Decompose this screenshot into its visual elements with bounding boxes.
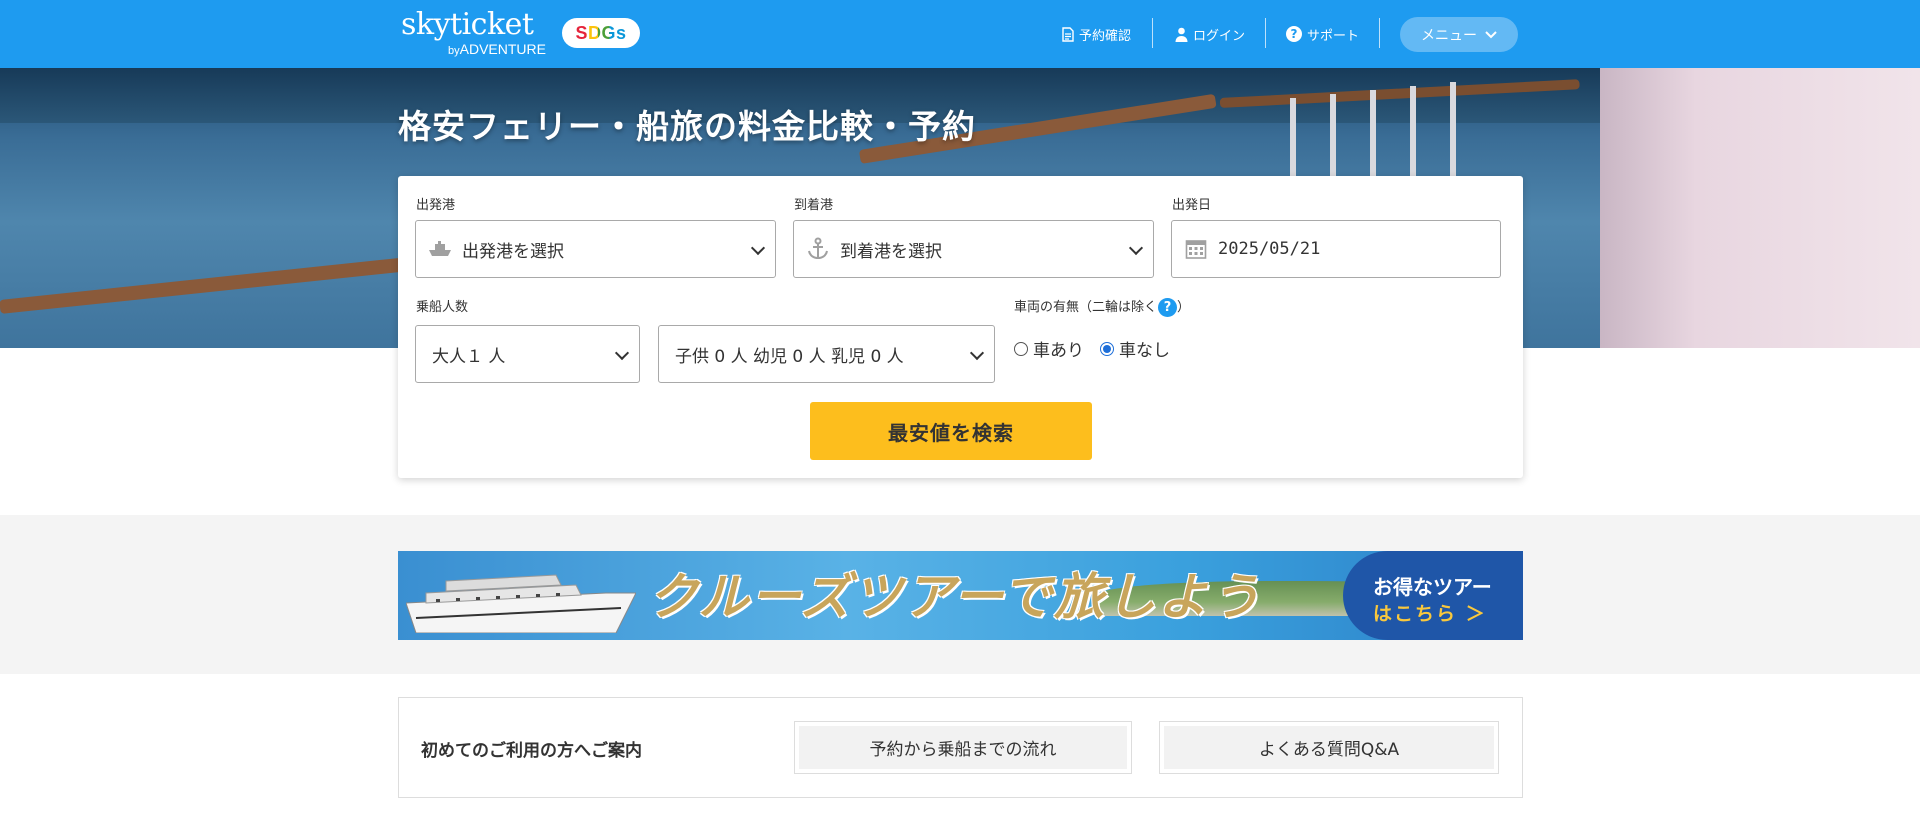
logo-sub-text: byADVENTURE [448, 41, 546, 57]
chevron-down-icon [1128, 240, 1144, 256]
menu-label: メニュー [1421, 26, 1477, 43]
passengers-label: 乗船人数 [416, 300, 469, 315]
hero-railing-decoration [0, 254, 439, 314]
help-icon[interactable]: ? [1158, 298, 1178, 317]
logo-main-text: skyticket [401, 7, 534, 42]
logo-by-text: by [448, 45, 460, 57]
nav-reservation-label: 予約確認 [1079, 28, 1132, 44]
vehicle-radio-group: 車あり 車なし [1014, 336, 1170, 361]
children-select[interactable]: 子供 0 人 幼児 0 人 乳児 0 人 [658, 325, 995, 383]
departure-date-input[interactable]: 2025/05/21 [1171, 220, 1501, 278]
faq-button[interactable]: よくある質問Q&A [1159, 721, 1499, 774]
skyticket-logo[interactable]: skyticket byADVENTURE [401, 7, 546, 58]
chevron-down-icon [969, 345, 985, 361]
nav-divider [1379, 18, 1380, 48]
cruise-banner-cta: お得なツアー はこちら ＞ [1343, 551, 1523, 640]
first-time-guide: 初めてのご利用の方へご案内 予約から乗船までの流れ よくある質問Q&A [398, 697, 1523, 798]
user-icon [1175, 27, 1188, 42]
nav-login[interactable]: ログイン [1175, 22, 1245, 46]
cruise-banner-text: クルーズツアーで旅しよう [648, 568, 1262, 626]
logo-adventure-text: ADVENTURE [459, 41, 546, 57]
sdgs-badge[interactable]: SDGs [562, 18, 640, 48]
with-car-label: 車あり [1033, 341, 1084, 361]
ferry-search-form: 出発港 出発港を選択 到着港 到着港を選択 出発日 2025/05/21 乗船人… [398, 176, 1523, 478]
arrival-port-select[interactable]: 到着港を選択 [793, 220, 1154, 278]
nav-divider [1152, 18, 1153, 48]
search-lowest-price-button[interactable]: 最安値を検索 [810, 402, 1092, 460]
radio-checked-icon [1100, 341, 1114, 356]
vehicle-label-text: 車両の有無（二輪は除く [1014, 300, 1158, 315]
booking-flow-button[interactable]: 予約から乗船までの流れ [794, 721, 1132, 774]
adults-value: 大人１ 人 [432, 346, 506, 367]
ship-icon [426, 235, 454, 263]
document-icon [1062, 26, 1074, 42]
radio-unchecked-icon [1014, 341, 1028, 356]
arrival-label: 到着港 [794, 198, 834, 213]
sdgs-text: SDGs [575, 23, 627, 43]
nav-login-label: ログイン [1193, 28, 1246, 44]
guide-title: 初めてのご利用の方へご案内 [421, 741, 642, 761]
adults-select[interactable]: 大人１ 人 [415, 325, 640, 383]
header-inner: skyticket byADVENTURE SDGs 予約確認 ログイン ? サ… [398, 0, 1524, 68]
without-car-label: 車なし [1119, 341, 1170, 361]
chevron-down-icon [1485, 30, 1497, 38]
menu-button[interactable]: メニュー [1400, 17, 1518, 52]
departure-label: 出発港 [416, 198, 456, 213]
arrival-port-value: 到着港を選択 [840, 241, 942, 262]
date-label: 出発日 [1172, 198, 1212, 213]
departure-port-value: 出発港を選択 [462, 241, 564, 262]
calendar-icon [1182, 235, 1210, 263]
without-car-radio[interactable]: 車なし [1100, 336, 1170, 361]
cruise-tour-banner[interactable]: クルーズツアーで旅しよう お得なツアー はこちら ＞ [398, 551, 1523, 640]
help-circle-icon: ? [1286, 26, 1302, 42]
page-title: 格安フェリー・船旅の料金比較・予約 [398, 107, 976, 146]
nav-support-label: サポート [1307, 28, 1360, 44]
chevron-down-icon [750, 240, 766, 256]
cruise-cta-line2: はこちら ＞ [1373, 603, 1487, 625]
children-value: 子供 0 人 幼児 0 人 乳児 0 人 [675, 346, 904, 367]
with-car-radio[interactable]: 車あり [1014, 336, 1084, 361]
departure-date-value: 2025/05/21 [1218, 239, 1321, 259]
hero-ship-wall-decoration [1600, 68, 1920, 348]
cruise-cta-line1: お得なツアー [1373, 575, 1492, 599]
vehicle-label-end: ） [1177, 300, 1191, 315]
site-header: skyticket byADVENTURE SDGs 予約確認 ログイン ? サ… [0, 0, 1920, 68]
nav-support[interactable]: ? サポート [1286, 22, 1359, 46]
nav-reservation-check[interactable]: 予約確認 [1062, 22, 1131, 46]
departure-port-select[interactable]: 出発港を選択 [415, 220, 776, 278]
chevron-down-icon [614, 345, 630, 361]
anchor-icon [804, 235, 832, 263]
cruise-ship-icon [406, 574, 636, 633]
nav-divider [1265, 18, 1266, 48]
vehicle-label: 車両の有無（二輪は除く?） [1014, 296, 1190, 317]
